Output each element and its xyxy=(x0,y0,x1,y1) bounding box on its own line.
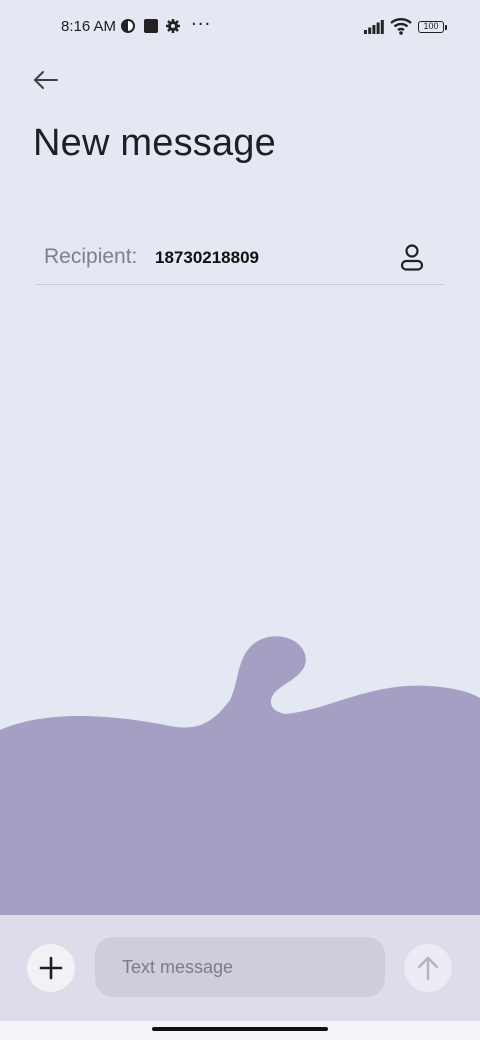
moon-clock-icon xyxy=(121,19,135,33)
square-app-icon xyxy=(144,19,158,33)
battery-icon: 100 xyxy=(418,21,444,33)
status-time: 8:16 AM xyxy=(61,18,117,35)
page-title: New message xyxy=(33,122,276,164)
plus-icon xyxy=(39,956,63,980)
navigation-bar xyxy=(0,1021,480,1040)
message-input[interactable] xyxy=(95,937,385,997)
signal-icon xyxy=(364,20,384,34)
recipient-value[interactable]: 18730218809 xyxy=(155,248,259,268)
arrow-left-icon xyxy=(34,71,58,89)
back-button[interactable] xyxy=(26,62,66,102)
person-icon xyxy=(400,244,424,271)
decorative-wave xyxy=(0,636,480,915)
recipient-field[interactable]: Recipient: 18730218809 xyxy=(36,230,444,285)
home-indicator[interactable] xyxy=(152,1027,328,1031)
send-button[interactable] xyxy=(404,944,452,992)
settings-gear-icon xyxy=(166,19,180,33)
add-attachment-button[interactable] xyxy=(27,944,75,992)
wifi-icon xyxy=(390,18,412,35)
contact-picker-button[interactable] xyxy=(396,242,428,274)
more-notifications-icon: ··· xyxy=(191,14,212,35)
status-bar: 8:16 AM ··· 100 xyxy=(0,0,480,56)
arrow-up-icon xyxy=(417,956,439,981)
recipient-label: Recipient: xyxy=(44,245,138,268)
battery-tip xyxy=(445,25,447,30)
composer-bar xyxy=(0,915,480,1021)
